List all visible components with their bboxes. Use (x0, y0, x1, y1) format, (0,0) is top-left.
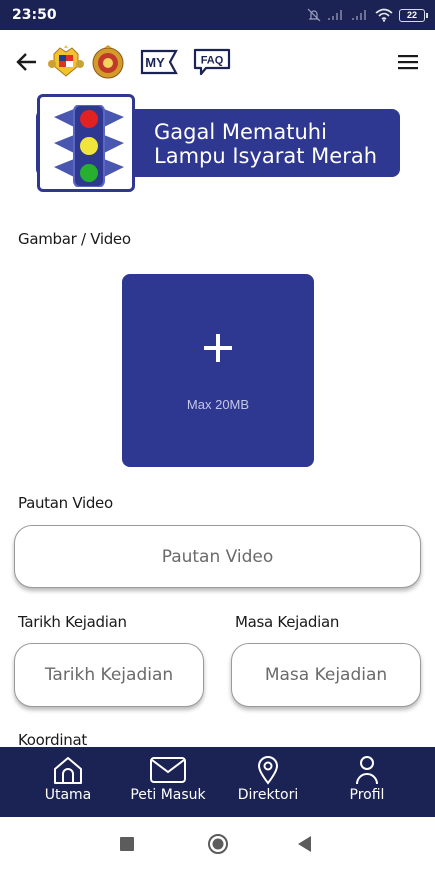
back-arrow-icon (16, 53, 36, 71)
faq-label: FAQ (201, 55, 224, 67)
nav-item-direktori[interactable]: Direktori (236, 747, 300, 817)
mute-icon (307, 8, 321, 22)
date-placeholder: Tarikh Kejadian (44, 665, 174, 685)
nav-item-utama[interactable]: Utama (40, 747, 96, 817)
app-screen: 23:50 22 MY FAQ Gagal Mematuhi Lampu Isy… (0, 0, 435, 870)
media-label: Gambar / Video (18, 230, 131, 248)
nav-label-utama: Utama (44, 787, 92, 803)
recents-button[interactable] (120, 837, 134, 856)
system-navigation-bar (0, 817, 435, 870)
pdrm-crest (92, 45, 124, 79)
traffic-light-frame (37, 94, 135, 192)
banner-title-line2: Lampu Isyarat Merah (154, 144, 378, 168)
user-icon (356, 756, 378, 785)
nav-label-profil: Profil (349, 787, 385, 803)
status-icons: 22 (307, 8, 428, 22)
signal-icon (328, 10, 342, 20)
nav-item-profil[interactable]: Profil (342, 747, 392, 817)
video-link-label: Pautan Video (18, 494, 113, 512)
plus-icon (122, 332, 314, 369)
banner-title: Gagal Mematuhi Lampu Isyarat Merah (154, 120, 377, 168)
video-link-input[interactable]: Pautan Video (14, 525, 421, 588)
video-link-placeholder: Pautan Video (161, 546, 274, 567)
banner-title-line1: Gagal Mematuhi (154, 120, 327, 144)
circle-icon (208, 834, 228, 854)
wifi-icon (375, 8, 393, 22)
media-upload-button[interactable]: Max 20MB (122, 274, 314, 467)
app-header: MY FAQ (0, 30, 435, 94)
status-time: 23:50 (12, 7, 57, 23)
jata-negara-crest (48, 45, 84, 77)
triangle-back-icon (298, 836, 311, 852)
nav-label-peti-masuk: Peti Masuk (130, 787, 206, 803)
home-system-button[interactable] (207, 833, 229, 860)
menu-button[interactable] (393, 47, 423, 77)
status-bar: 23:50 22 (0, 0, 435, 30)
language-toggle-button[interactable]: MY (140, 49, 178, 75)
date-label: Tarikh Kejadian (18, 613, 127, 631)
upload-size-hint: Max 20MB (186, 397, 250, 412)
date-input[interactable]: Tarikh Kejadian (14, 643, 204, 707)
signal-icon (352, 10, 366, 20)
offence-banner: Gagal Mematuhi Lampu Isyarat Merah (36, 94, 406, 194)
battery-level: 22 (406, 10, 417, 20)
back-system-button[interactable] (298, 836, 312, 857)
faq-button[interactable]: FAQ (192, 48, 232, 76)
time-label: Masa Kejadian (235, 613, 340, 631)
time-input[interactable]: Masa Kejadian (231, 643, 421, 707)
traffic-light-icon (54, 105, 124, 187)
back-button[interactable] (12, 47, 42, 77)
square-icon (120, 837, 134, 851)
battery-icon: 22 (399, 8, 428, 22)
home-icon (54, 757, 82, 784)
mail-icon (150, 757, 186, 783)
bottom-navigation: Utama Peti Masuk Direktori Profil (0, 747, 435, 817)
hamburger-menu-icon (398, 55, 418, 70)
time-placeholder: Masa Kejadian (264, 665, 388, 685)
nav-item-peti-masuk[interactable]: Peti Masuk (126, 747, 210, 817)
nav-label-direktori: Direktori (237, 787, 299, 803)
location-pin-icon (257, 756, 279, 785)
language-label: MY (145, 55, 165, 70)
